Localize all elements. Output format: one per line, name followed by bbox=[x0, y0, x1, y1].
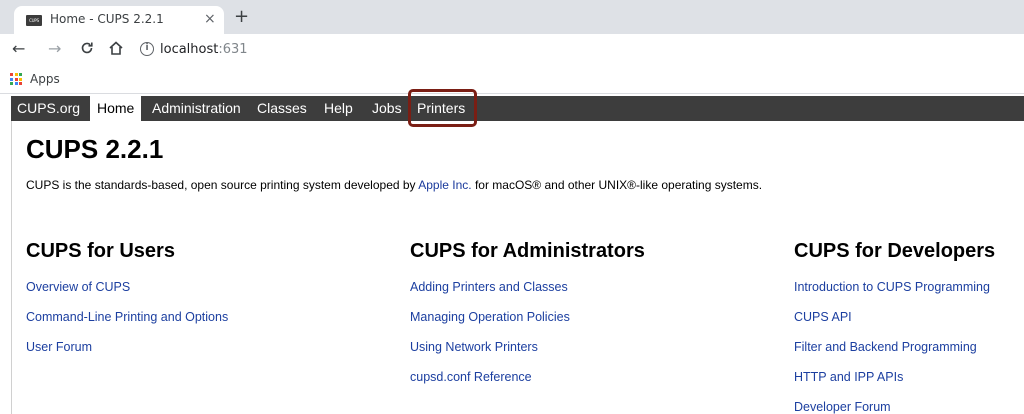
reload-icon[interactable] bbox=[80, 39, 94, 59]
apps-label: Apps bbox=[30, 72, 60, 86]
forward-arrow-icon[interactable]: → bbox=[48, 39, 61, 58]
link-cups-api[interactable]: CUPS API bbox=[794, 310, 852, 324]
url-text[interactable]: localhost:631 bbox=[160, 42, 248, 57]
link-managing-operation-policies[interactable]: Managing Operation Policies bbox=[410, 310, 570, 324]
link-adding-printers-and-classes[interactable]: Adding Printers and Classes bbox=[410, 280, 568, 294]
link-filter-backend-programming[interactable]: Filter and Backend Programming bbox=[794, 340, 977, 354]
info-icon[interactable]: i bbox=[140, 42, 154, 56]
apps-grid-icon bbox=[10, 73, 22, 85]
developers-heading: CUPS for Developers bbox=[794, 240, 996, 262]
link-http-ipp-apis[interactable]: HTTP and IPP APIs bbox=[794, 370, 903, 384]
home-icon[interactable] bbox=[108, 39, 124, 60]
link-overview-of-cups[interactable]: Overview of CUPS bbox=[26, 280, 130, 294]
link-user-forum[interactable]: User Forum bbox=[26, 340, 92, 354]
nav-home[interactable]: Home bbox=[90, 96, 142, 121]
page-title: CUPS 2.2.1 bbox=[26, 134, 164, 164]
browser-toolbar: ← → i localhost:631 bbox=[0, 34, 1024, 66]
link-using-network-printers[interactable]: Using Network Printers bbox=[410, 340, 538, 354]
nav-classes[interactable]: Classes bbox=[257, 96, 307, 121]
link-cupsd-conf-reference[interactable]: cupsd.conf Reference bbox=[410, 370, 532, 384]
nav-jobs[interactable]: Jobs bbox=[372, 96, 402, 121]
apple-inc-link[interactable]: Apple Inc. bbox=[418, 178, 471, 192]
content-left-border bbox=[11, 121, 12, 414]
browser-tab[interactable]: CUPS Home - CUPS 2.2.1 × bbox=[14, 6, 224, 34]
tab-title: Home - CUPS 2.2.1 bbox=[50, 12, 164, 26]
address-bar[interactable]: i localhost:631 bbox=[136, 38, 1016, 62]
link-developer-forum[interactable]: Developer Forum bbox=[794, 400, 891, 414]
close-tab-icon[interactable]: × bbox=[204, 11, 216, 27]
users-heading: CUPS for Users bbox=[26, 240, 175, 262]
nav-administration[interactable]: Administration bbox=[152, 96, 241, 121]
administrators-heading: CUPS for Administrators bbox=[410, 240, 645, 262]
link-command-line-printing[interactable]: Command-Line Printing and Options bbox=[26, 310, 228, 324]
browser-tabstrip: CUPS Home - CUPS 2.2.1 × + bbox=[0, 0, 1024, 34]
link-intro-cups-programming[interactable]: Introduction to CUPS Programming bbox=[794, 280, 990, 294]
cups-nav-bar: CUPS.org Home Administration Classes Hel… bbox=[11, 96, 1024, 121]
intro-paragraph: CUPS is the standards-based, open source… bbox=[26, 178, 763, 192]
nav-cups-org[interactable]: CUPS.org bbox=[17, 96, 80, 121]
bookmarks-bar: Apps bbox=[0, 66, 1024, 94]
new-tab-button[interactable]: + bbox=[234, 6, 249, 27]
nav-help[interactable]: Help bbox=[324, 96, 353, 121]
back-arrow-icon[interactable]: ← bbox=[12, 39, 25, 58]
apps-bookmark[interactable]: Apps bbox=[10, 72, 60, 86]
cups-favicon-icon: CUPS bbox=[26, 15, 42, 26]
nav-printers[interactable]: Printers bbox=[417, 96, 465, 121]
